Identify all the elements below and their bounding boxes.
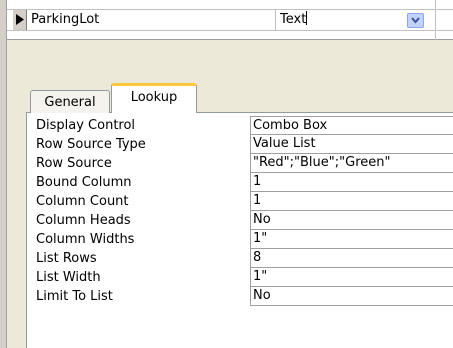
field-name: ParkingLot (31, 12, 100, 27)
property-label: Row Source (36, 156, 112, 171)
property-value[interactable]: No (250, 211, 453, 230)
property-value[interactable]: 1 (250, 173, 453, 192)
current-row-arrow-icon (16, 14, 24, 25)
tab-lookup[interactable]: Lookup (111, 83, 197, 113)
lookup-properties: Display Control Combo Box Row Source Typ… (30, 116, 453, 306)
property-label: Column Count (36, 194, 129, 209)
field-name-cell[interactable]: ParkingLot (30, 10, 276, 30)
chevron-down-icon (411, 17, 420, 24)
property-row-limit-to-list[interactable]: Limit To List No (30, 287, 453, 306)
property-value[interactable]: No (250, 287, 453, 306)
property-label: List Rows (36, 251, 97, 266)
property-row-row-source-type[interactable]: Row Source Type Value List (30, 135, 453, 154)
property-label: Limit To List (36, 289, 113, 304)
data-type-dropdown-button[interactable] (407, 13, 424, 28)
property-label: Display Control (36, 118, 136, 133)
property-row-row-source[interactable]: Row Source "Red";"Blue";"Green" (30, 154, 453, 173)
property-value[interactable]: "Red";"Blue";"Green" (250, 154, 453, 173)
property-label: Row Source Type (36, 137, 146, 152)
tab-general-label: General (44, 95, 96, 110)
grid-divider (435, 0, 436, 40)
property-row-display-control[interactable]: Display Control Combo Box (30, 116, 453, 135)
field-row[interactable]: ParkingLot Text (7, 9, 453, 31)
property-value[interactable]: 1 (250, 192, 453, 211)
data-type-cell[interactable]: Text (279, 10, 425, 30)
property-value[interactable]: 1" (250, 268, 453, 287)
field-grid: ParkingLot Text (7, 0, 453, 40)
data-type: Text (280, 12, 307, 27)
property-label: Bound Column (36, 175, 132, 190)
row-selector[interactable] (12, 10, 27, 30)
property-label: List Width (36, 270, 101, 285)
tab-general[interactable]: General (30, 90, 110, 113)
property-value[interactable]: Combo Box (250, 116, 453, 135)
property-row-column-count[interactable]: Column Count 1 (30, 192, 453, 211)
property-value[interactable]: 1" (250, 230, 453, 249)
tab-lookup-label: Lookup (130, 90, 178, 105)
left-border (0, 0, 7, 348)
property-label: Column Heads (36, 213, 131, 228)
property-row-column-widths[interactable]: Column Widths 1" (30, 230, 453, 249)
property-row-list-width[interactable]: List Width 1" (30, 268, 453, 287)
property-value[interactable]: 8 (250, 249, 453, 268)
property-row-bound-column[interactable]: Bound Column 1 (30, 173, 453, 192)
property-row-list-rows[interactable]: List Rows 8 (30, 249, 453, 268)
property-row-column-heads[interactable]: Column Heads No (30, 211, 453, 230)
text-cursor (306, 11, 308, 25)
property-value[interactable]: Value List (250, 135, 453, 154)
property-label: Column Widths (36, 232, 135, 247)
